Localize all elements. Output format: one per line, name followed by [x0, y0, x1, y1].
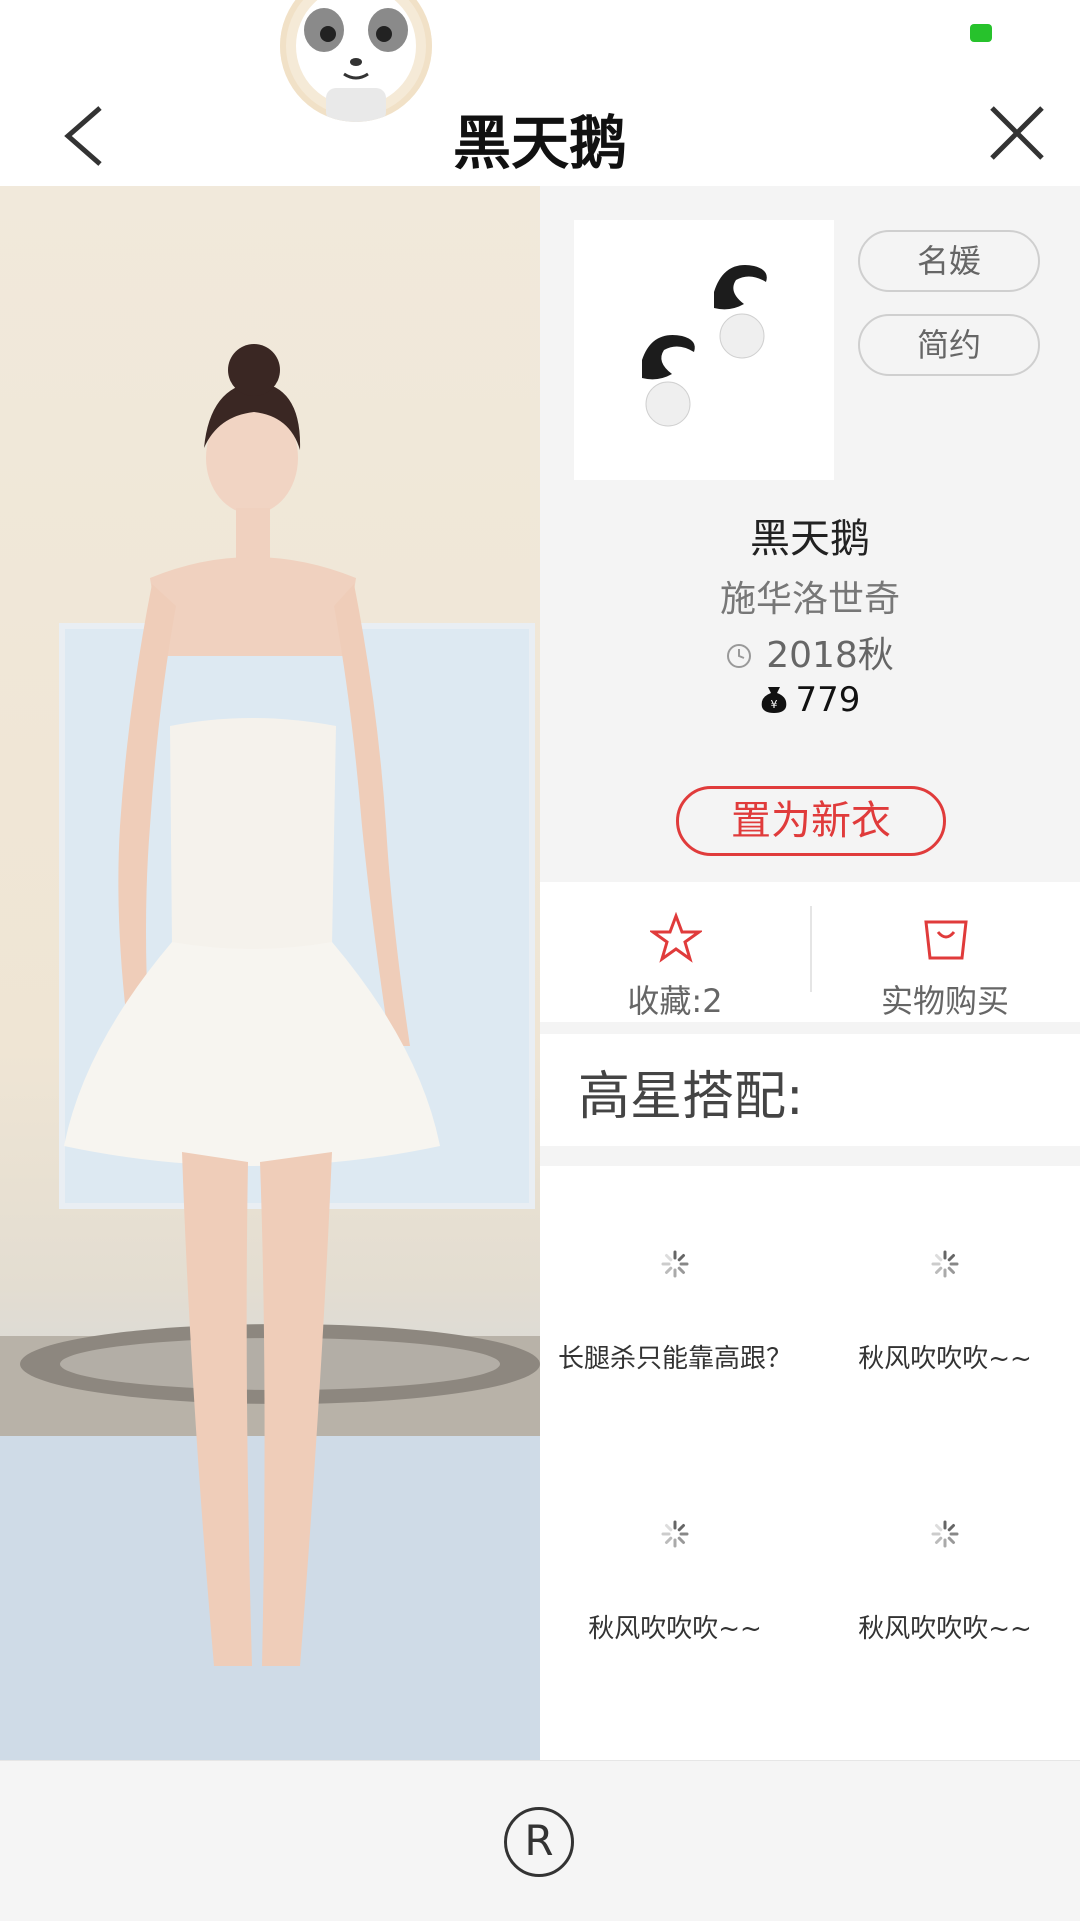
tag-mingyuan[interactable]: 名媛 — [858, 230, 1040, 292]
tag-jianyue[interactable]: 简约 — [858, 314, 1040, 376]
favorite-label: 收藏:2 — [627, 982, 723, 1020]
product-price: ¥ 779 — [540, 680, 1080, 722]
product-name: 黑天鹅 — [750, 516, 870, 562]
match-caption: 长腿杀只能靠高跟？ — [557, 1344, 792, 1374]
product-season: 2018秋 — [540, 626, 1080, 678]
page-title: 黑天鹅 — [452, 109, 627, 177]
match-item[interactable]: 秋风吹吹吹~~ — [810, 1436, 1080, 1706]
season-text: 2018秋 — [766, 635, 894, 676]
product-brand: 施华洛世奇 — [719, 579, 900, 620]
star-icon — [650, 912, 702, 963]
loading-spinner-icon — [661, 1520, 689, 1548]
clock-icon — [726, 637, 752, 678]
close-button[interactable] — [984, 98, 1050, 168]
price-text: 779 — [795, 680, 861, 720]
model-preview — [0, 186, 540, 1760]
svg-text:¥: ¥ — [770, 698, 777, 711]
match-item[interactable]: 长腿杀只能靠高跟？ — [540, 1166, 810, 1436]
registered-mark: R — [504, 1807, 574, 1877]
match-caption: 秋风吹吹吹~~ — [858, 1614, 1032, 1644]
favorite-button[interactable]: 收藏:2 — [540, 882, 810, 1022]
match-item[interactable]: 秋风吹吹吹~~ — [540, 1436, 810, 1706]
action-bar: 收藏:2 实物购买 — [540, 882, 1080, 1022]
match-caption: 秋风吹吹吹~~ — [858, 1344, 1032, 1374]
loading-spinner-icon — [661, 1250, 689, 1278]
match-item[interactable]: 秋风吹吹吹~~ — [810, 1166, 1080, 1436]
set-as-new-button[interactable]: 置为新衣 — [676, 786, 946, 856]
bottom-bar: R — [0, 1760, 1080, 1921]
match-caption: 秋风吹吹吹~~ — [588, 1614, 762, 1644]
match-section-header: 高星搭配: — [540, 1034, 1080, 1146]
loading-spinner-icon — [931, 1250, 959, 1278]
shopping-bag-icon — [924, 920, 968, 960]
product-image — [574, 220, 834, 480]
product-detail-panel: 名媛 简约 黑天鹅 施华洛世奇 2018秋 ¥ 779 置为新衣 收藏:2 实物… — [540, 186, 1080, 1760]
match-grid: 长腿杀只能靠高跟？ 秋风吹吹吹~~ 秋风吹吹吹~~ 秋风吹吹吹~~ — [540, 1166, 1080, 1760]
header: 黑天鹅 — [0, 0, 1080, 186]
buy-button[interactable]: 实物购买 — [810, 882, 1080, 1022]
money-bag-icon: ¥ — [760, 682, 788, 722]
status-indicator — [970, 24, 992, 42]
loading-spinner-icon — [931, 1520, 959, 1548]
buy-label: 实物购买 — [880, 982, 1009, 1020]
section-title: 高星搭配: — [578, 1067, 804, 1127]
close-icon — [990, 106, 1044, 160]
